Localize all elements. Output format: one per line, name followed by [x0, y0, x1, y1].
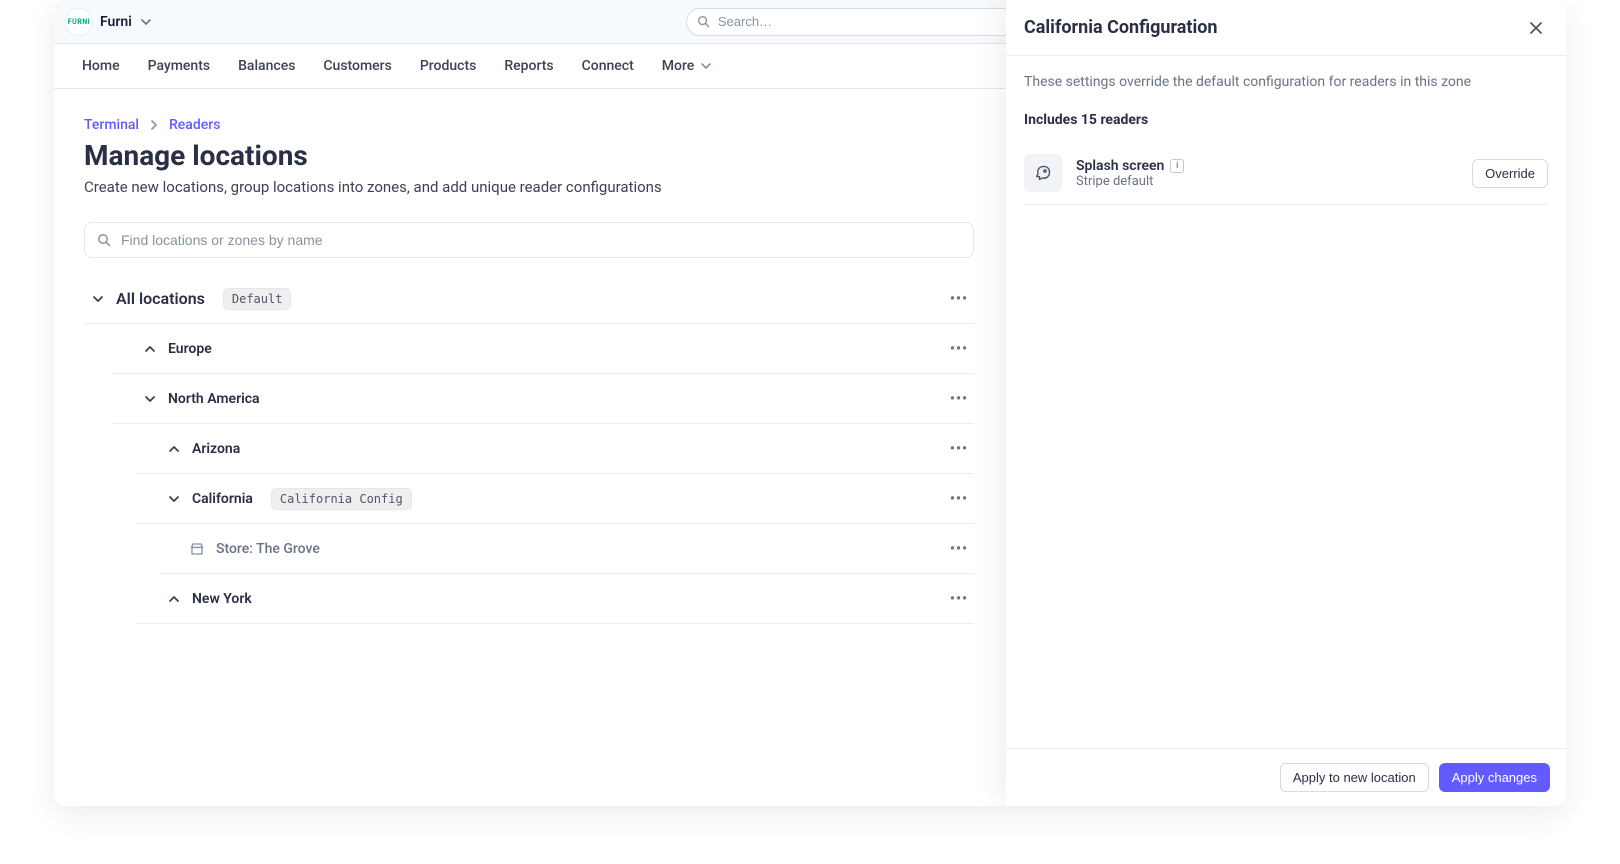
chevron-down-icon[interactable] [166, 493, 182, 505]
row-menu-button[interactable]: ••• [950, 291, 968, 307]
row-menu-button[interactable]: ••• [950, 491, 968, 507]
tree-row-north-america[interactable]: North America ••• [112, 374, 974, 424]
tree-row-label: North America [168, 391, 260, 407]
tree-row-arizona[interactable]: Arizona ••• [136, 424, 974, 474]
account-switcher[interactable]: FURNI Furni [66, 9, 152, 35]
nav-payments[interactable]: Payments [148, 58, 211, 74]
row-menu-button[interactable]: ••• [950, 441, 968, 457]
nav-home[interactable]: Home [82, 58, 120, 74]
nav-connect[interactable]: Connect [582, 58, 634, 74]
brand-logo: FURNI [66, 9, 92, 35]
tree-row-label: Europe [168, 341, 212, 357]
info-icon[interactable]: i [1170, 159, 1184, 173]
setting-subtitle: Stripe default [1076, 174, 1458, 189]
apply-changes-button[interactable]: Apply changes [1439, 763, 1550, 792]
nav-products[interactable]: Products [420, 58, 477, 74]
chevron-right-icon [149, 120, 159, 130]
locations-search[interactable] [84, 222, 974, 258]
nav-balances[interactable]: Balances [238, 58, 295, 74]
chevron-up-icon[interactable] [142, 343, 158, 355]
tree-row-california[interactable]: California California Config ••• [136, 474, 974, 524]
tree-row-label: Store: The Grove [216, 541, 320, 557]
breadcrumb-readers[interactable]: Readers [169, 117, 220, 133]
chevron-down-icon[interactable] [90, 293, 106, 305]
setting-title: Splash screen [1076, 158, 1164, 174]
row-menu-button[interactable]: ••• [950, 591, 968, 607]
close-button[interactable] [1524, 16, 1548, 40]
panel-title: California Configuration [1024, 17, 1524, 38]
brand-name: Furni [100, 14, 132, 30]
nav-more[interactable]: More [662, 58, 713, 74]
tree-row-all-locations[interactable]: All locations Default ••• [84, 274, 974, 324]
chevron-down-icon [140, 16, 152, 28]
config-tag-california: California Config [271, 488, 412, 510]
chevron-down-icon[interactable] [142, 393, 158, 405]
chevron-down-icon [700, 60, 712, 72]
row-menu-button[interactable]: ••• [950, 541, 968, 557]
breadcrumb-terminal[interactable]: Terminal [84, 117, 139, 133]
config-tag-default: Default [223, 288, 292, 310]
chevron-up-icon[interactable] [166, 593, 182, 605]
global-search-input[interactable] [718, 14, 1007, 29]
apply-new-location-button[interactable]: Apply to new location [1280, 763, 1429, 792]
row-menu-button[interactable]: ••• [950, 341, 968, 357]
store-icon [190, 542, 204, 556]
rocket-icon [1024, 154, 1062, 192]
tree-row-europe[interactable]: Europe ••• [112, 324, 974, 374]
panel-includes: Includes 15 readers [1024, 112, 1548, 128]
locations-search-input[interactable] [121, 232, 961, 248]
config-panel: California Configuration These settings … [1006, 0, 1566, 806]
search-icon [97, 233, 111, 247]
row-menu-button[interactable]: ••• [950, 391, 968, 407]
tree-row-label: All locations [116, 289, 205, 308]
tree-row-label: New York [192, 591, 252, 607]
nav-more-label: More [662, 58, 695, 74]
tree-row-store-the-grove[interactable]: Store: The Grove ••• [160, 524, 974, 574]
locations-tree: All locations Default ••• Europe ••• Nor… [84, 274, 974, 624]
panel-note: These settings override the default conf… [1024, 74, 1548, 90]
tree-row-new-york[interactable]: New York ••• [136, 574, 974, 624]
tree-row-label: California [192, 491, 253, 507]
tree-row-label: Arizona [192, 441, 240, 457]
nav-reports[interactable]: Reports [504, 58, 553, 74]
chevron-up-icon[interactable] [166, 443, 182, 455]
setting-splash-screen: Splash screen i Stripe default Override [1024, 142, 1548, 205]
global-search[interactable] [686, 8, 1018, 36]
override-button[interactable]: Override [1472, 159, 1548, 188]
nav-customers[interactable]: Customers [323, 58, 391, 74]
search-icon [697, 15, 710, 28]
